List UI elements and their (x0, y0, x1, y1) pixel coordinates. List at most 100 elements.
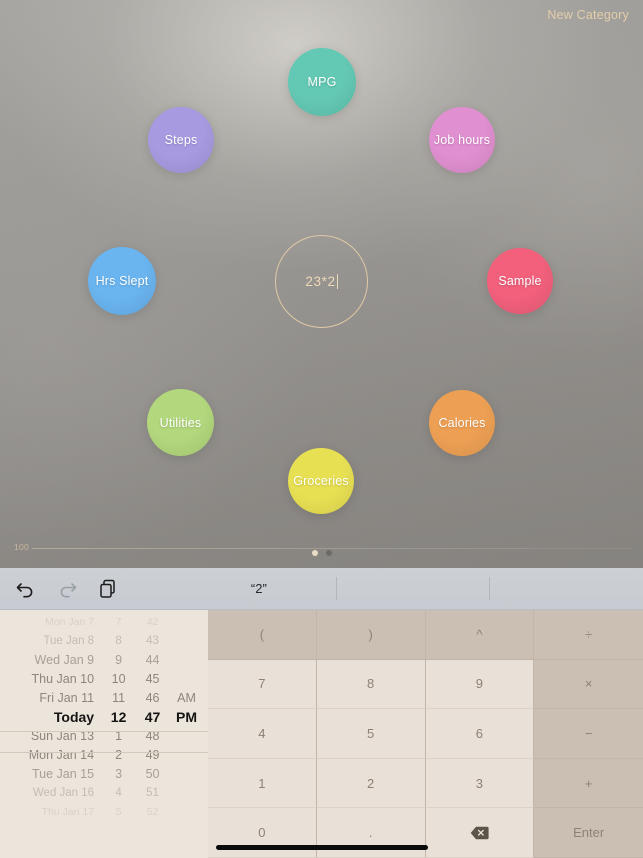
picker-row[interactable]: Tue Jan 8 8 43 (0, 631, 208, 650)
key-6[interactable]: 6 (425, 709, 535, 759)
prediction-cell-3[interactable] (489, 568, 643, 609)
picker-day: Sun Jan 13 (30, 728, 95, 743)
key-power[interactable]: ^ (425, 610, 535, 660)
home-indicator (215, 845, 428, 850)
bubble-groceries[interactable]: Groceries (288, 448, 354, 514)
picker-row[interactable]: Sun Jan 13 1 48 (0, 726, 208, 745)
picker-minute: 43 (146, 634, 159, 647)
picker-meridiem: PM (175, 708, 197, 725)
key-9[interactable]: 9 (425, 659, 535, 710)
key-5[interactable]: 5 (316, 709, 426, 759)
key-label: + (584, 775, 593, 791)
key-3[interactable]: 3 (425, 758, 535, 809)
picker-day: Mon Jan 14 (28, 747, 95, 762)
paste-icon[interactable] (96, 577, 120, 601)
picker-row[interactable]: Thu Jan 17 5 52 (0, 802, 208, 821)
key-backspace[interactable] (425, 808, 535, 858)
key-label: ( (259, 626, 265, 642)
prediction-cell-1[interactable]: “2” (182, 568, 336, 609)
picker-minute: 45 (145, 671, 160, 686)
toolbar-icon-group (0, 577, 120, 601)
bubble-label: Calories (438, 416, 486, 430)
key-1[interactable]: 1 (208, 758, 317, 809)
picker-minute: 47 (144, 708, 161, 725)
picker-row[interactable]: Wed Jan 16 4 51 (0, 783, 208, 802)
key-decimal[interactable]: . (316, 808, 426, 858)
key-label: 2 (367, 775, 375, 791)
page-dot-1[interactable] (311, 550, 318, 556)
picker-hour: 9 (115, 652, 123, 667)
picker-day: Tue Jan 8 (43, 634, 95, 647)
picker-minute: 44 (145, 652, 160, 667)
bubble-label: Job hours (433, 133, 491, 147)
key-label: . (368, 825, 373, 841)
picker-minute: 52 (146, 805, 159, 818)
key-8[interactable]: 8 (316, 659, 426, 710)
page-dot-2[interactable] (325, 550, 332, 556)
key-7[interactable]: 7 (208, 659, 317, 710)
key-open-paren[interactable]: ( (208, 610, 317, 660)
picker-minute: 46 (145, 690, 160, 705)
picker-row[interactable]: Mon Jan 7 7 42 (0, 612, 208, 631)
prediction-cell-2[interactable] (335, 568, 490, 609)
key-plus[interactable]: + (534, 758, 643, 809)
bubble-label: MPG (307, 75, 337, 89)
picker-day: Wed Jan 16 (32, 786, 95, 799)
key-label: ^ (476, 626, 483, 642)
picker-minute: 42 (146, 615, 159, 628)
picker-row-selected[interactable]: Today 12 47 PM (0, 707, 208, 726)
key-minus[interactable]: − (534, 709, 643, 759)
picker-day: Thu Jan 10 (31, 671, 95, 686)
picker-day: Tue Jan 15 (31, 766, 95, 781)
bubble-steps[interactable]: Steps (148, 107, 214, 173)
new-category-button[interactable]: New Category (547, 8, 629, 22)
key-0[interactable]: 0 (208, 808, 317, 858)
bubble-calories[interactable]: Calories (429, 390, 495, 456)
key-divide[interactable]: ÷ (534, 610, 643, 660)
key-label: 7 (258, 676, 266, 692)
picker-hour: 1 (115, 728, 123, 743)
picker-minute: 51 (146, 786, 159, 799)
key-label: ÷ (585, 626, 593, 642)
key-2[interactable]: 2 (316, 758, 426, 809)
picker-hour: 12 (110, 708, 127, 725)
key-label: ) (368, 626, 373, 642)
picker-row-group: Mon Jan 7 7 42 Tue Jan 8 8 43 Wed Jan 9 9 44 Thu … (0, 612, 208, 821)
bubble-label: Hrs Slept (95, 274, 149, 288)
key-label: 5 (367, 725, 375, 741)
bubble-mpg[interactable]: MPG (288, 48, 356, 116)
bubble-sample[interactable]: Sample (487, 248, 553, 314)
picker-row[interactable]: Thu Jan 10 10 45 (0, 669, 208, 688)
picker-day: Thu Jan 17 (41, 805, 95, 818)
key-multiply[interactable]: × (534, 659, 643, 710)
page-indicator[interactable] (0, 550, 643, 556)
picker-meridiem: AM (177, 690, 196, 705)
key-label: 0 (258, 825, 266, 841)
bubble-job-hours[interactable]: Job hours (429, 107, 495, 173)
bubble-label: Steps (164, 133, 198, 147)
picker-minute: 50 (145, 766, 160, 781)
key-label: 8 (367, 676, 375, 692)
key-close-paren[interactable]: ) (316, 610, 426, 660)
key-enter[interactable]: Enter (534, 808, 643, 858)
picker-hour: 2 (115, 747, 123, 762)
text-caret (336, 274, 338, 289)
picker-hour: 5 (115, 805, 122, 818)
undo-icon[interactable] (14, 577, 38, 601)
numeric-keypad[interactable]: () ^ ÷ 7 8 9 × 4 5 6 − 1 2 3 +0. Enter (208, 610, 643, 858)
key-4[interactable]: 4 (208, 709, 317, 759)
picker-minute: 49 (145, 747, 160, 762)
redo-icon[interactable] (55, 577, 79, 601)
bubble-canvas[interactable]: New Category MPG Steps Job hours Hrs Slept S… (0, 0, 643, 568)
expression-circle[interactable]: 23*2 (275, 235, 368, 328)
picker-row[interactable]: Tue Jan 15 3 50 (0, 764, 208, 783)
picker-row[interactable]: Mon Jan 14 2 49 (0, 745, 208, 764)
picker-row[interactable]: Wed Jan 9 9 44 (0, 650, 208, 669)
bubble-label: Groceries (293, 474, 349, 488)
bubble-hrs-slept[interactable]: Hrs Slept (88, 247, 156, 315)
date-time-picker[interactable]: Mon Jan 7 7 42 Tue Jan 8 8 43 Wed Jan 9 9 44 Thu … (0, 610, 208, 858)
picker-hour: 10 (111, 671, 126, 686)
key-label: Enter (573, 825, 605, 841)
bubble-utilities[interactable]: Utilities (147, 389, 214, 456)
picker-row[interactable]: Fri Jan 11 11 46 AM (0, 688, 208, 707)
